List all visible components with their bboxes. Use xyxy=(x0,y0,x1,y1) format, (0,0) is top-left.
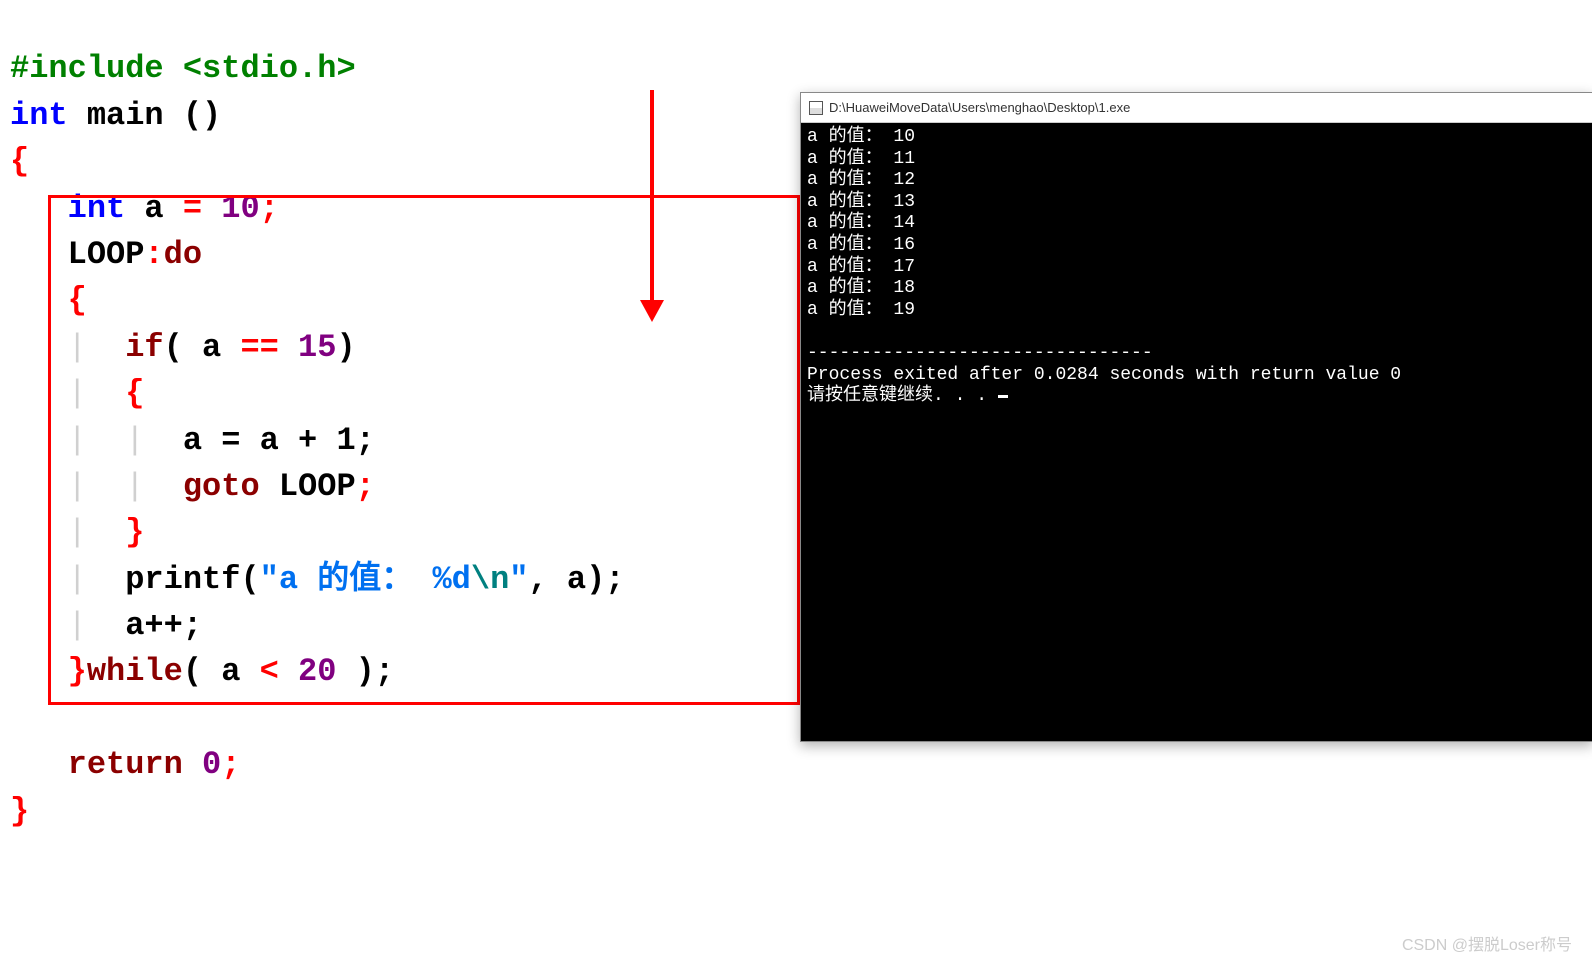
include-directive: #include <stdio.h> xyxy=(10,50,356,87)
console-app-icon xyxy=(809,101,823,115)
cursor-icon xyxy=(998,395,1008,398)
console-output: a 的值： 10 a 的值： 11 a 的值： 12 a 的值： 13 a 的值… xyxy=(801,123,1592,412)
output-line: a 的值： 17 xyxy=(807,257,915,277)
output-line: a 的值： 13 xyxy=(807,192,915,212)
increment: a++; xyxy=(125,607,202,644)
output-line: a 的值： 12 xyxy=(807,170,915,190)
keyword-int: int xyxy=(68,190,126,227)
output-line: a 的值： 16 xyxy=(807,235,915,255)
output-line: a 的值： 11 xyxy=(807,149,915,169)
fn-printf: printf xyxy=(125,561,240,598)
string-literal: "a 的值： %d xyxy=(260,561,471,598)
keyword-if: if xyxy=(125,329,163,366)
keyword-while: while xyxy=(87,653,183,690)
output-line: a 的值： 19 xyxy=(807,300,915,320)
assignment: a = a + 1; xyxy=(183,422,375,459)
console-titlebar[interactable]: D:\HuaweiMoveData\Users\menghao\Desktop\… xyxy=(801,93,1592,123)
exit-message: Process exited after 0.0284 seconds with… xyxy=(807,365,1401,385)
output-line: a 的值： 10 xyxy=(807,127,915,147)
keyword-do: do xyxy=(164,236,202,273)
console-title: D:\HuaweiMoveData\Users\menghao\Desktop\… xyxy=(829,100,1130,115)
output-line: a 的值： 18 xyxy=(807,278,915,298)
code-editor: #include <stdio.h> int main () { int a =… xyxy=(10,0,810,835)
keyword-goto: goto xyxy=(183,468,260,505)
keyword-int: int xyxy=(10,97,68,134)
console-window[interactable]: D:\HuaweiMoveData\Users\menghao\Desktop\… xyxy=(800,92,1592,742)
fn-main: main xyxy=(87,97,164,134)
separator: -------------------------------- xyxy=(807,343,1153,363)
watermark: CSDN @摆脱Loser称号 xyxy=(1402,931,1572,955)
loop-label: LOOP xyxy=(68,236,145,273)
output-line: a 的值： 14 xyxy=(807,213,915,233)
brace-open: { xyxy=(10,143,29,180)
brace-close: } xyxy=(10,793,29,830)
continue-prompt: 请按任意键继续. . . xyxy=(807,386,998,406)
keyword-return: return xyxy=(68,746,183,783)
